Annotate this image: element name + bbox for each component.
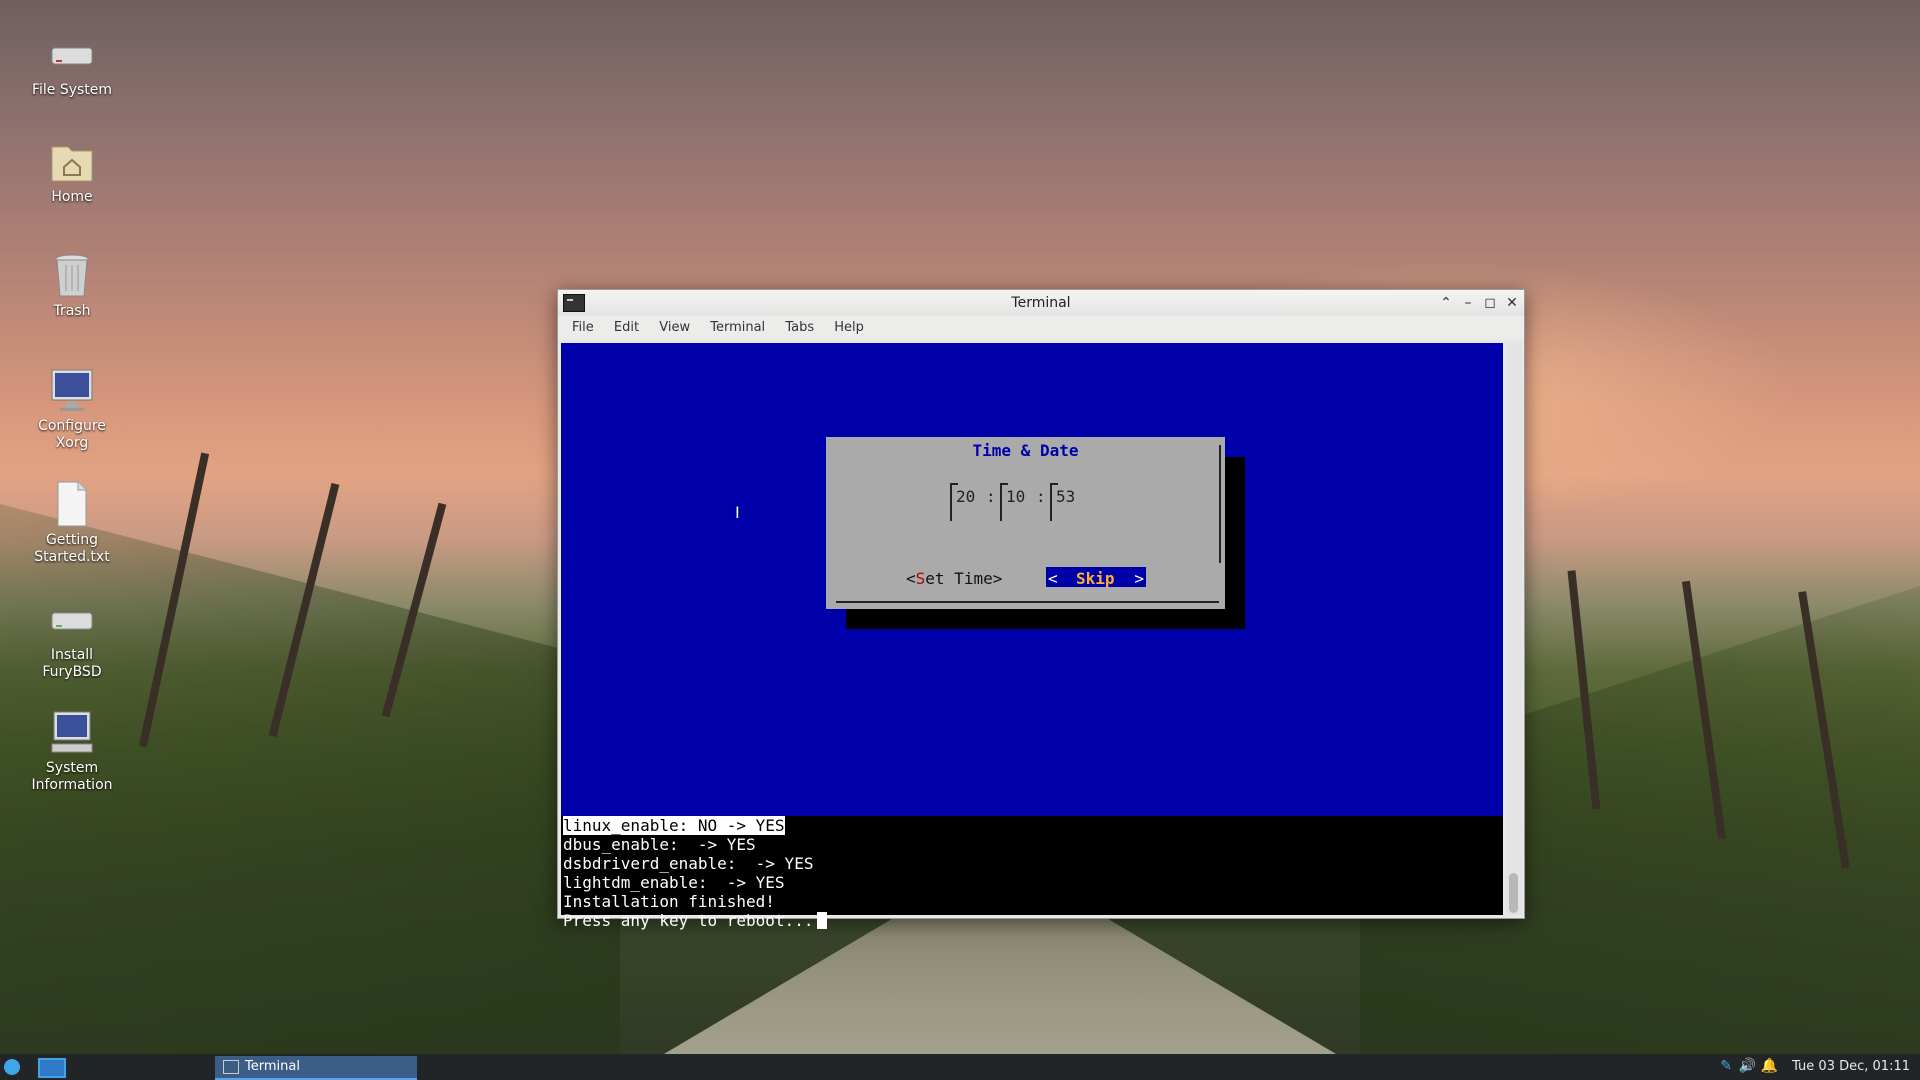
shade-icon[interactable]: ⌃ (1436, 293, 1456, 313)
time-separator: : (986, 487, 996, 506)
minimize-icon[interactable]: – (1458, 293, 1478, 313)
console-line: Press any key to reboot... (563, 911, 828, 930)
menu-edit[interactable]: Edit (606, 316, 647, 335)
console-line-text: Press any key to reboot... (563, 911, 814, 930)
time-date-dialog: Time & Date 20 : 10 : 53 <Set Time> < Sk… (826, 437, 1225, 609)
drive-icon (48, 595, 96, 643)
hour-field[interactable]: 20 (956, 487, 975, 506)
desktop-icon-home[interactable]: Home (20, 137, 124, 206)
console-line: dbus_enable: -> YES (563, 835, 756, 854)
window-titlebar[interactable]: Terminal ⌃ – ◻ ✕ (558, 290, 1524, 316)
second-field[interactable]: 53 (1056, 487, 1075, 506)
desktop-icon-label: File System (31, 82, 113, 98)
desktop-icon-install-furybsd[interactable]: Install FuryBSD (20, 595, 124, 681)
console-line-text: linux_enable: NO -> YES (563, 816, 785, 835)
set-time-button[interactable]: <Set Time> (906, 569, 1002, 588)
skip-right-bracket: > (1134, 569, 1144, 588)
dialog-border (836, 601, 1219, 603)
console-line: Installation finished! (563, 892, 775, 911)
computer-icon (48, 708, 96, 756)
skip-label: Skip (1076, 569, 1115, 588)
start-menu-icon[interactable] (4, 1059, 20, 1075)
console-line: dsbdriverd_enable: -> YES (563, 854, 814, 873)
time-separator: : (1036, 487, 1046, 506)
text-file-icon (48, 480, 96, 528)
terminal-app-icon (223, 1060, 239, 1074)
console-line: linux_enable: NO -> YES (563, 816, 785, 835)
desktop-icon-label: Getting Started.txt (34, 532, 110, 565)
clock[interactable]: Tue 03 Dec, 01:11 (1792, 1059, 1910, 1074)
network-icon[interactable]: ✎ (1720, 1058, 1732, 1074)
terminal-window[interactable]: Terminal ⌃ – ◻ ✕ File Edit View Terminal… (557, 289, 1525, 930)
console-line: lightdm_enable: -> YES (563, 873, 785, 892)
scrollbar-thumb[interactable] (1509, 873, 1518, 913)
set-time-rest: et Time> (925, 569, 1003, 588)
desktop-icon-label: Trash (53, 303, 91, 319)
taskbar: Terminal ✎ 🔊 🔔 Tue 03 Dec, 01:11 (0, 1054, 1920, 1080)
scrollbar[interactable] (1506, 343, 1522, 915)
menu-view[interactable]: View (651, 316, 698, 335)
drive-icon (48, 30, 96, 78)
taskbar-item-terminal[interactable]: Terminal (215, 1056, 417, 1080)
desktop-icon-label: Configure Xorg (38, 418, 106, 451)
minute-field[interactable]: 10 (1006, 487, 1025, 506)
home-folder-icon (48, 137, 96, 185)
skip-button[interactable]: < Skip > (1046, 567, 1146, 588)
notification-bell-icon[interactable]: 🔔 (1761, 1058, 1778, 1074)
desktop-icon-file-system[interactable]: File System (20, 30, 124, 99)
desktop-icon-trash[interactable]: Trash (20, 251, 124, 320)
dialog-title: Time & Date (972, 441, 1079, 460)
volume-icon[interactable]: 🔊 (1739, 1058, 1756, 1074)
skip-left-bracket: < (1048, 569, 1058, 588)
menu-terminal[interactable]: Terminal (702, 316, 773, 335)
menu-help[interactable]: Help (826, 316, 872, 335)
set-time-open: < (906, 569, 916, 588)
monitor-icon (48, 366, 96, 414)
set-time-hotkey: S (915, 569, 926, 588)
desktop-icon-getting-started[interactable]: Getting Started.txt (20, 480, 124, 566)
maximize-icon[interactable]: ◻ (1480, 293, 1500, 313)
desktop-icon-system-information[interactable]: System Information (20, 708, 124, 794)
text-cursor (817, 912, 828, 929)
terminal-screen[interactable]: Time & Date 20 : 10 : 53 <Set Time> < Sk… (561, 343, 1503, 930)
menu-tabs[interactable]: Tabs (777, 316, 822, 335)
close-icon[interactable]: ✕ (1502, 293, 1522, 313)
trash-icon (48, 251, 96, 299)
desktop-icon-label: Install FuryBSD (42, 647, 102, 680)
desktop-icon-label: Home (51, 189, 93, 205)
menu-file[interactable]: File (564, 316, 602, 335)
window-title: Terminal (1011, 295, 1071, 311)
dialog-border (1219, 445, 1221, 563)
desktop-icon-configure-xorg[interactable]: Configure Xorg (20, 366, 124, 452)
menubar: File Edit View Terminal Tabs Help (558, 316, 1524, 340)
console-output: linux_enable: NO -> YES dbus_enable: -> … (561, 816, 1503, 930)
show-desktop-button[interactable] (38, 1058, 66, 1078)
ibeam-cursor-icon: I (735, 503, 740, 522)
taskbar-item-label: Terminal (245, 1059, 300, 1074)
desktop-icon-label: System Information (31, 760, 113, 793)
